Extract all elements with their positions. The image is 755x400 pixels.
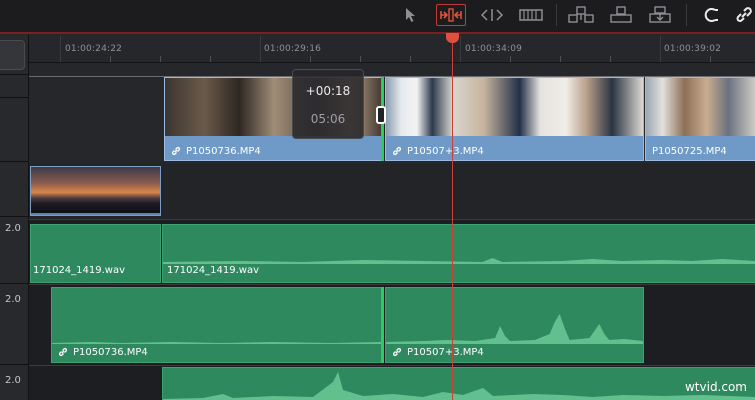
trim-edit-icon[interactable] — [436, 4, 466, 26]
ruler-minor-tick — [610, 56, 611, 62]
track-header-a2[interactable]: 2.0 — [0, 285, 28, 365]
link-icon[interactable] — [734, 4, 754, 26]
timecode-button[interactable] — [0, 40, 25, 70]
clip-link-icon — [392, 347, 402, 357]
clip-name-text: P1050736.MP4 — [186, 146, 261, 157]
clip-name-text: P1050736.MP4 — [73, 347, 148, 358]
ruler-corner — [0, 34, 28, 75]
toolbar-divider — [686, 4, 687, 26]
track-volume-a2: 2.0 — [5, 294, 21, 305]
audio-clip[interactable]: P10507+3.MP4 — [385, 287, 644, 363]
clip-name-text: 171024_1419.wav — [167, 265, 260, 276]
overwrite-clip-icon[interactable] — [607, 4, 635, 26]
track-headers: 2.0 2.0 2.0 — [0, 34, 29, 400]
blade-icon[interactable] — [517, 4, 545, 26]
track-divider — [29, 219, 755, 220]
trim-delta: +00:18 — [305, 84, 351, 98]
trim-duration: 05:06 — [310, 112, 346, 126]
clip-name: P1050736.MP4 — [171, 146, 261, 157]
ruler-minor-tick — [310, 56, 311, 62]
ruler-minor-tick — [410, 56, 411, 62]
track-header-a3[interactable]: 2.0 — [0, 365, 28, 400]
audio-clip[interactable] — [162, 367, 755, 400]
select-arrow-icon[interactable] — [402, 4, 420, 26]
video-clip[interactable]: P1050725.MP4 — [645, 77, 755, 161]
clip-thumbnail — [31, 167, 160, 213]
ruler-minor-tick — [560, 56, 561, 62]
track-header-v3[interactable] — [0, 75, 28, 98]
audio-clip[interactable]: 171024_1419.wav — [30, 224, 161, 283]
ruler-timecode: 01:00:39:02 — [664, 44, 722, 54]
timeline-toolbar — [0, 0, 755, 33]
ruler-major-tick — [460, 36, 461, 62]
playhead-line[interactable] — [452, 36, 453, 400]
ruler-minor-tick — [510, 56, 511, 62]
video-clip[interactable] — [30, 166, 161, 216]
clip-thumbnail — [646, 78, 755, 136]
video-clip[interactable]: P10507+3.MP4 — [385, 77, 644, 161]
audio-waveform — [163, 258, 755, 264]
track-divider — [29, 365, 755, 366]
track-header-a1[interactable]: 2.0 — [0, 220, 28, 284]
clip-link-icon — [171, 146, 181, 156]
ruler-minor-tick — [210, 56, 211, 62]
ruler-major-tick — [60, 36, 61, 62]
trim-tooltip: +00:18 05:06 — [292, 69, 364, 139]
track-volume-a1: 2.0 — [5, 223, 21, 234]
ruler-timecode: 01:00:29:16 — [264, 44, 322, 54]
dynamic-trim-icon[interactable] — [478, 4, 506, 26]
clip-link-icon — [58, 347, 68, 357]
clip-name: P1050725.MP4 — [652, 146, 727, 157]
track-volume-a3: 2.0 — [5, 375, 21, 386]
clip-thumbnail — [386, 78, 643, 136]
clip-name-text: P10507+3.MP4 — [407, 347, 484, 358]
snapping-icon[interactable] — [700, 4, 722, 26]
track-divider — [29, 284, 755, 285]
ruler-major-tick — [660, 36, 661, 62]
ruler-minor-tick — [710, 56, 711, 62]
replace-clip-icon[interactable] — [646, 4, 674, 26]
ruler-minor-tick — [360, 56, 361, 62]
ruler-timecode: 01:00:24:22 — [65, 44, 123, 54]
clip-name: P10507+3.MP4 — [392, 347, 484, 358]
ruler-major-tick — [260, 36, 261, 62]
clip-name: P10507+3.MP4 — [392, 146, 484, 157]
insert-clip-icon[interactable] — [566, 4, 596, 26]
watermark-text: wtvid.com — [684, 380, 747, 394]
ruler-minor-tick — [160, 56, 161, 62]
toolbar-divider — [556, 4, 557, 26]
track-header-v1[interactable] — [0, 162, 28, 217]
clip-name-text: P10507+3.MP4 — [407, 146, 484, 157]
audio-waveform — [386, 314, 643, 344]
clip-name-text: P1050725.MP4 — [652, 146, 727, 157]
track-header-v2[interactable] — [0, 98, 28, 162]
ruler-timecode: 01:00:34:09 — [465, 44, 523, 54]
timeline-ruler[interactable]: 01:00:24:22 01:00:29:16 01:00:34:09 01:0… — [29, 34, 755, 63]
clip-name-text: 171024_1419.wav — [33, 265, 126, 276]
trim-edge-audio[interactable] — [381, 287, 384, 363]
audio-waveform — [52, 342, 383, 344]
ruler-minor-tick — [110, 56, 111, 62]
trim-handle-icon[interactable] — [376, 106, 386, 124]
audio-clip[interactable]: 171024_1419.wav — [162, 224, 755, 283]
clip-name: P1050736.MP4 — [58, 347, 148, 358]
clip-link-icon — [392, 146, 402, 156]
audio-clip[interactable]: P1050736.MP4 — [51, 287, 384, 363]
audio-waveform — [163, 372, 755, 400]
